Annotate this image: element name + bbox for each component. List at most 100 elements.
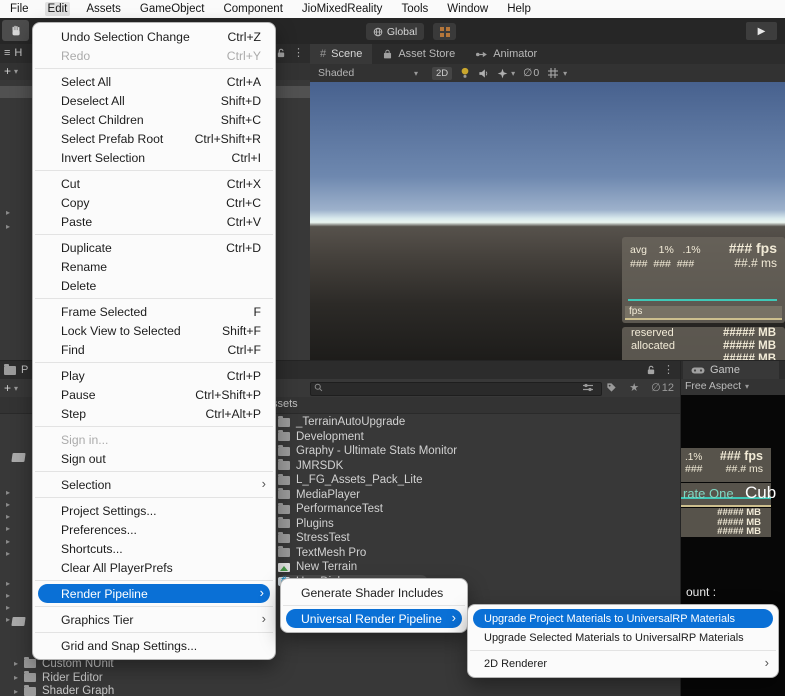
- menu-bar-item[interactable]: Component: [220, 2, 285, 16]
- menu-item[interactable]: 2D Renderer: [468, 654, 778, 673]
- scene-viewport[interactable]: avg 1% .1% ### fps ### ### ### ##.# ms f…: [310, 82, 785, 360]
- menu-item[interactable]: Grid and Snap Settings...: [33, 636, 275, 655]
- project-hidden-count-toggle[interactable]: ∅ 12: [651, 381, 674, 394]
- menu-bar-item[interactable]: GameObject: [137, 2, 208, 16]
- menu-item[interactable]: Graphics Tier: [33, 610, 275, 629]
- asset-folder-row[interactable]: PerformanceTest: [278, 502, 668, 517]
- menu-item[interactable]: Duplicate Ctrl+D: [33, 238, 275, 257]
- package-row[interactable]: Shader Graph: [0, 684, 270, 696]
- menu-item[interactable]: Paste Ctrl+V: [33, 212, 275, 231]
- menu-item[interactable]: Sign out: [33, 449, 275, 468]
- pane-tab[interactable]: # Scene: [310, 44, 372, 64]
- menu-item[interactable]: Frame Selected F: [33, 302, 275, 321]
- menu-item[interactable]: Deselect All Shift+D: [33, 91, 275, 110]
- pane-tab[interactable]: # Animator: [465, 44, 547, 64]
- tree-expand-arrow-icon[interactable]: [6, 524, 10, 533]
- pane-tab[interactable]: # Asset Store: [372, 44, 465, 64]
- asset-folder-row[interactable]: MediaPlayer: [278, 488, 668, 503]
- tree-expand-arrow-icon[interactable]: [6, 500, 10, 509]
- tree-expand-arrow-icon[interactable]: [6, 208, 10, 217]
- menu-item[interactable]: Sign in...: [33, 430, 275, 449]
- asset-folder-row[interactable]: New Terrain: [278, 560, 668, 575]
- scene-effects-dropdown[interactable]: ▾: [497, 68, 515, 79]
- menu-item[interactable]: Selection: [33, 475, 275, 494]
- scene-grid-visibility-dropdown[interactable]: ▾: [547, 67, 567, 79]
- tree-expand-arrow-icon[interactable]: [6, 579, 10, 588]
- asset-folder-row[interactable]: Development: [278, 430, 668, 445]
- menu-item[interactable]: Play Ctrl+P: [33, 366, 275, 385]
- menu-bar-item[interactable]: Help: [504, 2, 534, 16]
- asset-folder-row[interactable]: L_FG_Assets_Pack_Lite: [278, 473, 668, 488]
- menu-bar-item[interactable]: File: [7, 2, 32, 16]
- hand-tool-button[interactable]: [2, 20, 29, 41]
- game-tab[interactable]: Game: [683, 361, 779, 379]
- 2d-toggle-button[interactable]: 2D: [432, 67, 452, 80]
- menu-item[interactable]: Select Prefab Root Ctrl+Shift+R: [33, 129, 275, 148]
- menu-bar-item[interactable]: Assets: [83, 2, 124, 16]
- play-button[interactable]: ▶: [746, 22, 777, 40]
- menu-item[interactable]: Copy Ctrl+C: [33, 193, 275, 212]
- menu-item[interactable]: Select Children Shift+C: [33, 110, 275, 129]
- hierarchy-tab[interactable]: ≡ H: [4, 47, 22, 59]
- menu-item[interactable]: Rename: [33, 257, 275, 276]
- tree-expand-arrow-icon[interactable]: [6, 222, 10, 231]
- menu-item[interactable]: Preferences...: [33, 520, 275, 539]
- project-tab[interactable]: P: [4, 364, 28, 376]
- shading-mode-dropdown[interactable]: Shaded ▾: [318, 67, 424, 79]
- tree-expand-arrow-icon[interactable]: [6, 549, 10, 558]
- menu-item[interactable]: Select All Ctrl+A: [33, 72, 275, 91]
- scene-hidden-objects-toggle[interactable]: ∅ 0: [523, 67, 539, 79]
- asset-folder-row[interactable]: StressTest: [278, 531, 668, 546]
- search-preset-icon[interactable]: [582, 382, 594, 393]
- asset-folder-row[interactable]: TextMesh Pro: [278, 546, 668, 561]
- tree-expand-arrow-icon[interactable]: [6, 615, 10, 624]
- menu-item[interactable]: Upgrade Project Materials to UniversalRP…: [473, 609, 773, 628]
- menu-item[interactable]: Cut Ctrl+X: [33, 174, 275, 193]
- add-asset-button[interactable]: + ▾: [4, 381, 18, 395]
- asset-folder-row[interactable]: JMRSDK: [278, 459, 668, 474]
- menu-bar-item[interactable]: Tools: [398, 2, 431, 16]
- add-object-button[interactable]: + ▾: [4, 64, 18, 78]
- menu-item[interactable]: Upgrade Selected Materials to UniversalR…: [468, 628, 778, 647]
- menu-bar-item[interactable]: Window: [444, 2, 491, 16]
- aspect-ratio-dropdown[interactable]: Free Aspect ▾: [685, 380, 749, 392]
- menu-item[interactable]: Find Ctrl+F: [33, 340, 275, 359]
- menu-separator: [35, 68, 273, 69]
- pivot-global-button[interactable]: Global: [366, 23, 424, 40]
- lock-icon[interactable]: [276, 48, 286, 58]
- package-row[interactable]: Rider Editor: [0, 671, 270, 685]
- menu-item[interactable]: Shortcuts...: [33, 539, 275, 558]
- favorites-star-icon[interactable]: ★: [629, 381, 639, 394]
- kebab-menu-icon[interactable]: ⋮: [293, 46, 304, 59]
- project-search-input[interactable]: [310, 382, 602, 396]
- menu-item[interactable]: Pause Ctrl+Shift+P: [33, 385, 275, 404]
- menu-item[interactable]: Delete: [33, 276, 275, 295]
- menu-item[interactable]: Project Settings...: [33, 501, 275, 520]
- menu-item-shortcut: Ctrl+V: [215, 215, 261, 229]
- scene-lighting-icon[interactable]: [460, 67, 470, 79]
- asset-folder-row[interactable]: Plugins: [278, 517, 668, 532]
- grid-snap-button[interactable]: [433, 23, 456, 40]
- search-label-tag-icon[interactable]: [606, 382, 617, 393]
- asset-folder-row[interactable]: _TerrainAutoUpgrade: [278, 415, 668, 430]
- menu-bar-item[interactable]: JioMixedReality: [299, 2, 386, 16]
- menu-item[interactable]: Generate Shader Includes: [281, 583, 467, 602]
- tree-expand-arrow-icon[interactable]: [6, 488, 10, 497]
- asset-folder-row[interactable]: Graphy - Ultimate Stats Monitor: [278, 444, 668, 459]
- menu-item[interactable]: Undo Selection Change Ctrl+Z: [33, 27, 275, 46]
- menu-item[interactable]: Invert Selection Ctrl+I: [33, 148, 275, 167]
- tree-expand-arrow-icon[interactable]: [6, 537, 10, 546]
- kebab-menu-icon[interactable]: ⋮: [663, 363, 674, 376]
- menu-bar-item[interactable]: Edit: [45, 2, 71, 16]
- menu-item[interactable]: Clear All PlayerPrefs: [33, 558, 275, 577]
- tree-expand-arrow-icon[interactable]: [6, 591, 10, 600]
- menu-item[interactable]: Lock View to Selected Shift+F: [33, 321, 275, 340]
- tree-expand-arrow-icon[interactable]: [6, 512, 10, 521]
- menu-item[interactable]: Redo Ctrl+Y: [33, 46, 275, 65]
- menu-item[interactable]: Universal Render Pipeline: [286, 609, 462, 628]
- lock-icon[interactable]: [646, 365, 656, 375]
- menu-item[interactable]: Step Ctrl+Alt+P: [33, 404, 275, 423]
- scene-audio-icon[interactable]: [478, 68, 489, 79]
- menu-item[interactable]: Render Pipeline: [38, 584, 270, 603]
- tree-expand-arrow-icon[interactable]: [6, 603, 10, 612]
